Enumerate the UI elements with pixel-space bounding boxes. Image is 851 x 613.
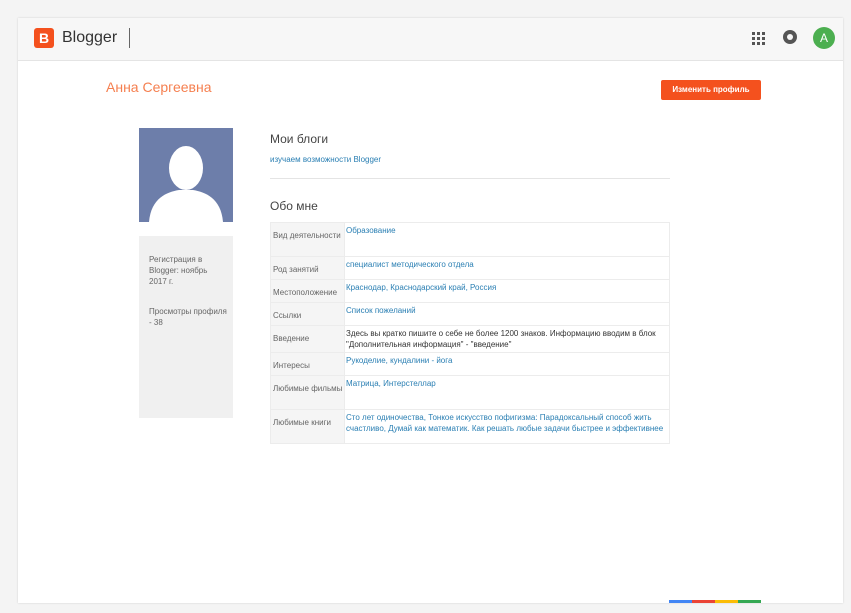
row-label: Ссылки — [270, 302, 345, 326]
app-name[interactable]: Blogger — [62, 27, 117, 49]
table-row: Местоположение Краснодар, Краснодарский … — [270, 279, 670, 303]
google-color-strip — [669, 600, 761, 603]
table-row: Ссылки Список пожеланий — [270, 302, 670, 326]
profile-views: Просмотры профиля - 38 — [149, 307, 227, 327]
row-label: Любимые книги — [270, 409, 345, 444]
row-value-link[interactable]: Образование — [344, 222, 670, 257]
row-value-link[interactable]: Краснодар, Краснодарский край, Россия — [344, 279, 670, 303]
table-row: Введение Здесь вы кратко пишите о себе н… — [270, 325, 670, 353]
blogger-window: B Blogger A Анна Сергеевна Изменить проф… — [18, 18, 843, 603]
row-value-link[interactable]: Сто лет одиночества, Тонкое искусство по… — [344, 409, 670, 444]
table-row: Род занятий специалист методического отд… — [270, 256, 670, 280]
registration-info: Регистрация в Blogger: ноябрь 2017 г. — [149, 255, 208, 286]
section-divider — [270, 178, 670, 179]
row-value-link[interactable]: специалист методического отдела — [344, 256, 670, 280]
apps-grid-icon[interactable] — [752, 32, 766, 46]
row-value-link[interactable]: Список пожеланий — [344, 302, 670, 326]
row-value-text: Здесь вы кратко пишите о себе не более 1… — [344, 325, 670, 353]
row-value-link[interactable]: Рукоделие, кундалини - йога — [344, 352, 670, 376]
notifications-icon[interactable] — [783, 30, 797, 44]
profile-photo-placeholder — [139, 128, 233, 222]
header-divider — [129, 28, 130, 48]
row-label: Вид деятельности — [270, 222, 345, 257]
profile-stats-panel: Регистрация в Blogger: ноябрь 2017 г. Пр… — [139, 236, 233, 418]
account-avatar[interactable]: A — [813, 27, 835, 49]
my-blogs-title: Мои блоги — [270, 132, 329, 146]
row-label: Интересы — [270, 352, 345, 376]
row-label: Местоположение — [270, 279, 345, 303]
about-me-table: Вид деятельности Образование Род занятий… — [270, 222, 670, 444]
row-label: Любимые фильмы — [270, 375, 345, 410]
edit-profile-button[interactable]: Изменить профиль — [661, 80, 761, 100]
profile-name: Анна Сергеевна — [106, 79, 212, 95]
table-row: Любимые фильмы Матрица, Интерстеллар — [270, 375, 670, 410]
blog-link[interactable]: изучаем возможности Blogger — [270, 155, 381, 164]
table-row: Интересы Рукоделие, кундалини - йога — [270, 352, 670, 376]
table-row: Вид деятельности Образование — [270, 222, 670, 257]
about-me-title: Обо мне — [270, 199, 318, 213]
row-value-link[interactable]: Матрица, Интерстеллар — [344, 375, 670, 410]
table-row: Любимые книги Сто лет одиночества, Тонко… — [270, 409, 670, 444]
row-label: Род занятий — [270, 256, 345, 280]
blogger-logo-icon[interactable]: B — [34, 28, 54, 48]
top-bar: B Blogger A — [18, 18, 843, 61]
row-label: Введение — [270, 325, 345, 353]
